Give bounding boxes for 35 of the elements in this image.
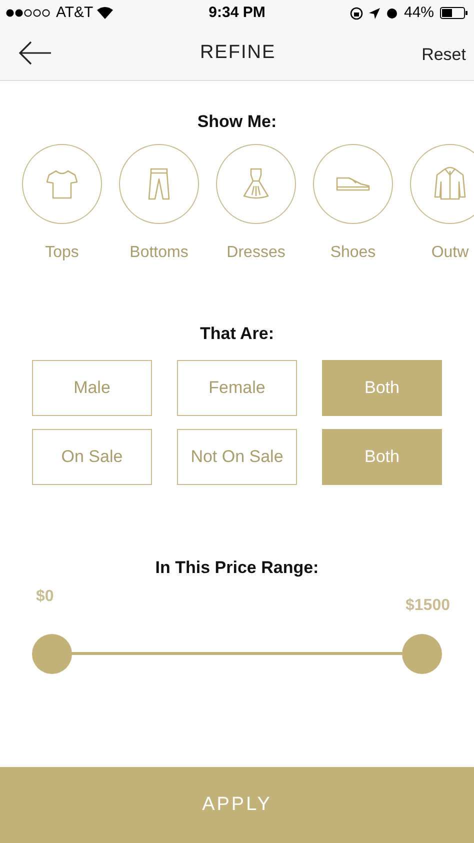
category-label: Tops xyxy=(45,242,79,262)
min-price: $0 xyxy=(36,586,54,606)
category-button[interactable] xyxy=(119,144,199,224)
category-label: Outw xyxy=(431,242,469,262)
status-time: 9:34 PM xyxy=(208,2,266,23)
rotation-lock-icon xyxy=(350,6,363,20)
category-label: Bottoms xyxy=(130,242,188,262)
location-icon xyxy=(368,8,380,18)
category-label: Shoes xyxy=(330,242,376,262)
filter-option[interactable]: Both xyxy=(322,429,442,485)
category-label: Dresses xyxy=(226,242,286,262)
filter-option[interactable]: Both xyxy=(322,360,442,416)
section-title: Show Me: xyxy=(197,111,277,133)
page-title: REFINE xyxy=(198,40,277,65)
section-title: In This Price Range: xyxy=(155,557,319,579)
max-price-handle[interactable] xyxy=(402,634,442,674)
min-price-handle[interactable] xyxy=(32,634,72,674)
section-title: That Are: xyxy=(200,322,274,344)
filter-option[interactable]: Female xyxy=(177,360,297,416)
filter-option[interactable]: Not On Sale xyxy=(177,429,297,485)
max-price: $1500 xyxy=(406,596,450,616)
category-button[interactable] xyxy=(313,144,393,224)
apply-button[interactable]: APPLY xyxy=(0,767,474,843)
battery-icon xyxy=(440,7,468,19)
wifi-icon xyxy=(97,7,114,19)
filter-option[interactable]: On Sale xyxy=(32,429,152,485)
back-arrow-icon xyxy=(18,40,52,66)
carrier-name: AT&T xyxy=(56,2,94,23)
filter-option[interactable]: Male xyxy=(32,360,152,416)
category-button[interactable] xyxy=(410,144,474,224)
reset-button[interactable]: Reset xyxy=(422,42,466,68)
signal-icon xyxy=(6,9,52,17)
category-button[interactable] xyxy=(22,144,102,224)
battery-percent: 44% xyxy=(404,2,434,23)
category-button[interactable] xyxy=(216,144,296,224)
